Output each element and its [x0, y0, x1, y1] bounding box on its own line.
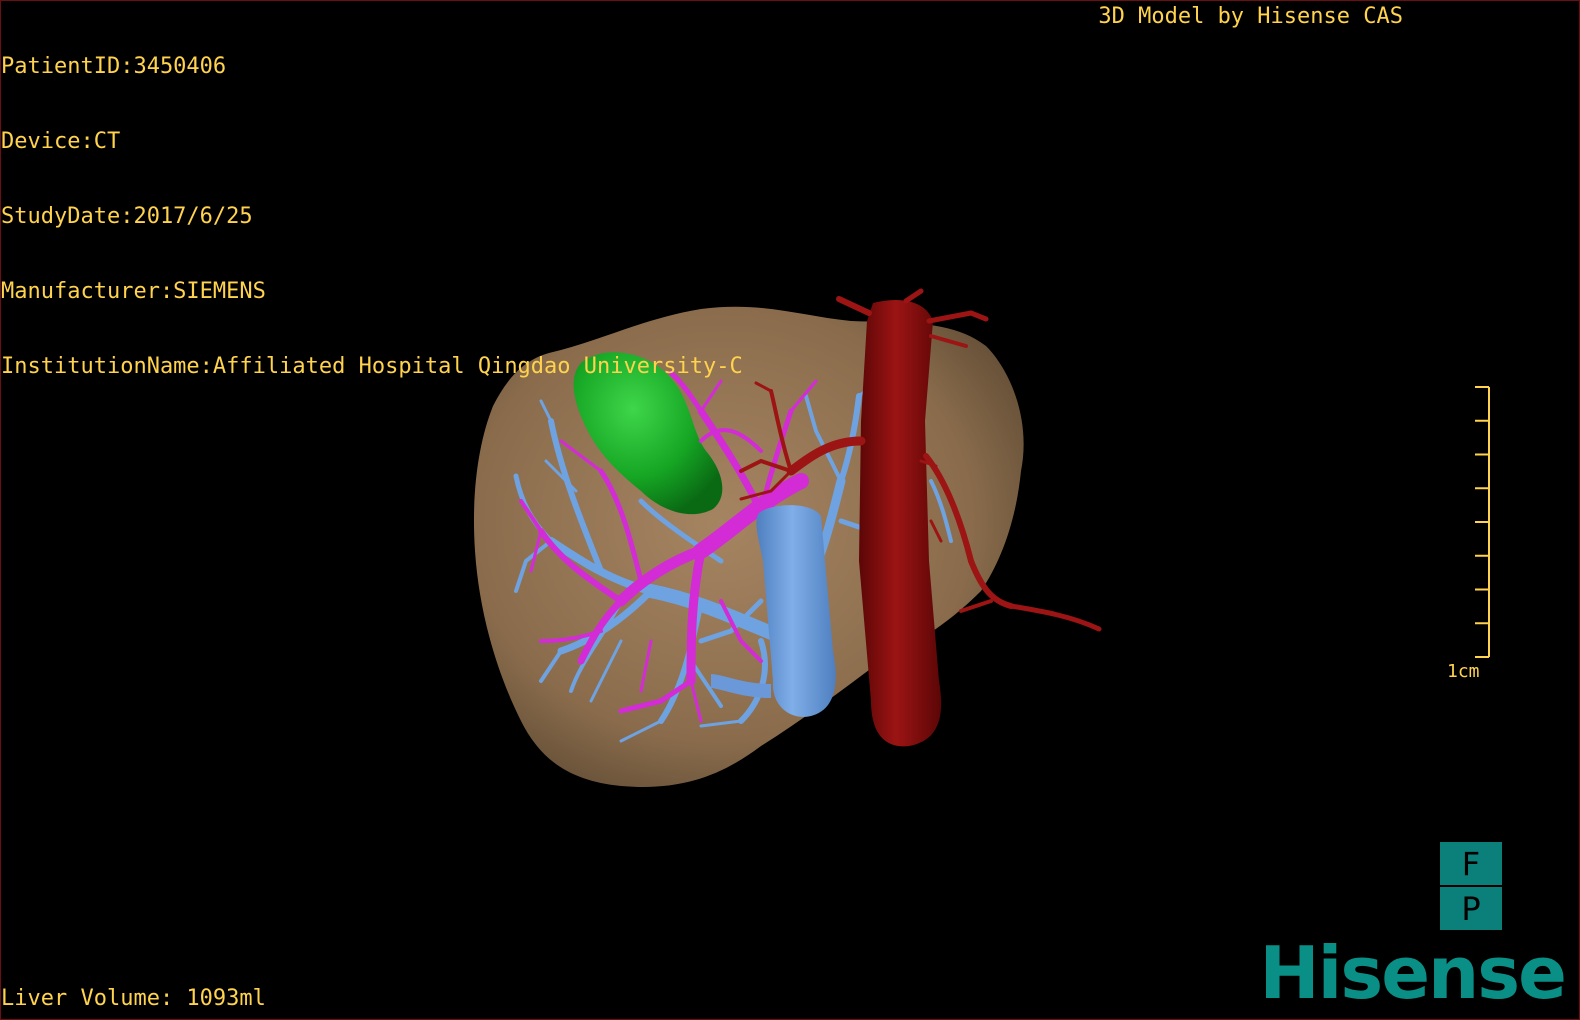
device: Device:CT — [1, 129, 121, 154]
orientation-top-label: F — [1461, 844, 1481, 883]
orientation-bottom-label: P — [1440, 885, 1502, 930]
study-date: StudyDate:2017/6/25 — [1, 204, 253, 229]
dicom-metadata: PatientID:3450406 Device:CT StudyDate:20… — [1, 4, 743, 429]
liver-volume: Liver Volume: 1093ml — [1, 986, 266, 1011]
manufacturer: Manufacturer:SIEMENS — [1, 279, 266, 304]
3d-viewport[interactable]: PatientID:3450406 Device:CT StudyDate:20… — [0, 0, 1580, 1020]
hisense-logo: Hisense — [1259, 931, 1567, 1015]
patient-id: PatientID:3450406 — [1, 54, 227, 79]
scale-ruler — [1475, 386, 1490, 658]
model-credit: 3D Model by Hisense CAS — [1098, 4, 1403, 29]
orientation-indicator[interactable]: F P — [1440, 842, 1502, 930]
scale-label: 1cm — [1447, 661, 1480, 682]
institution-name: InstitutionName:Affiliated Hospital Qing… — [1, 354, 743, 379]
